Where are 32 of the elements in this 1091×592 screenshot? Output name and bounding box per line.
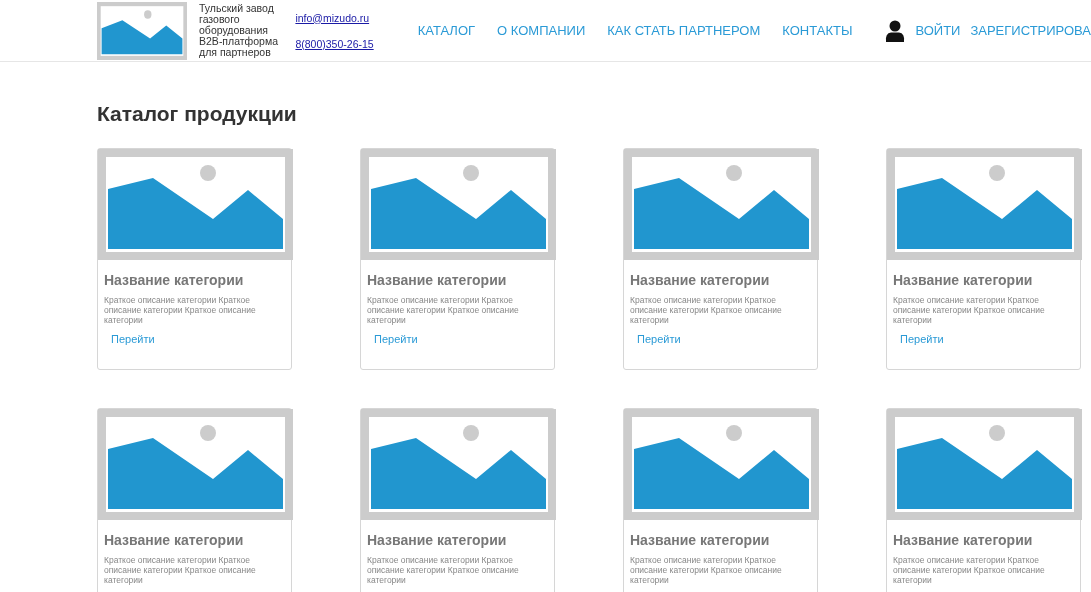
user-icon[interactable]	[885, 19, 906, 42]
go-link[interactable]: Перейти	[900, 333, 1074, 345]
category-title: Название категории	[893, 272, 1034, 288]
company-text: Тульский завод газового оборудования	[199, 3, 274, 36]
category-description: Краткое описание категории Краткое описание категории Краткое описание категории	[367, 295, 520, 325]
go-link[interactable]: Перейти	[637, 333, 811, 345]
category-title: Название категории	[367, 532, 508, 548]
nav-link[interactable]: КАК СТАТЬ ПАРТНЕРОМ	[607, 23, 761, 38]
category-description: Краткое описание категории Краткое описание категории Краткое описание категории	[630, 555, 783, 585]
register-link[interactable]: ЗАРЕГИСТРИРОВА	[970, 23, 1091, 38]
company-text: B2B-платформа для партнеров	[199, 36, 279, 58]
category-title: Название категории	[104, 532, 245, 548]
phone-link[interactable]: 8(800)350-26-15	[295, 37, 374, 50]
nav-link[interactable]: КАТАЛОГ	[417, 23, 476, 38]
email-link[interactable]: info@mizudo.ru	[295, 11, 374, 24]
category-title: Название категории	[893, 532, 1034, 548]
page-title: Каталог продукции	[97, 102, 298, 126]
go-link[interactable]: Перейти	[111, 333, 285, 345]
nav-link[interactable]: КОНТАКТЫ	[782, 23, 853, 38]
category-description: Краткое описание категории Краткое описание категории Краткое описание категории	[893, 555, 1046, 585]
category-title: Название категории	[367, 272, 508, 288]
category-description: Краткое описание категории Краткое описание категории Краткое описание категории	[893, 295, 1046, 325]
go-link[interactable]: Перейти	[374, 333, 548, 345]
category-title: Название категории	[630, 272, 771, 288]
category-description: Краткое описание категории Краткое описание категории Краткое описание категории	[630, 295, 783, 325]
category-description: Краткое описание категории Краткое описание категории Краткое описание категории	[367, 555, 520, 585]
category-description: Краткое описание категории Краткое описание категории Краткое описание категории	[104, 295, 257, 325]
category-description: Краткое описание категории Краткое описание категории Краткое описание категории	[104, 555, 257, 585]
login-link[interactable]: ВОЙТИ	[915, 23, 961, 38]
nav-link[interactable]: О КОМПАНИИ	[497, 23, 586, 38]
category-title: Название категории	[630, 532, 771, 548]
category-title: Название категории	[104, 272, 245, 288]
